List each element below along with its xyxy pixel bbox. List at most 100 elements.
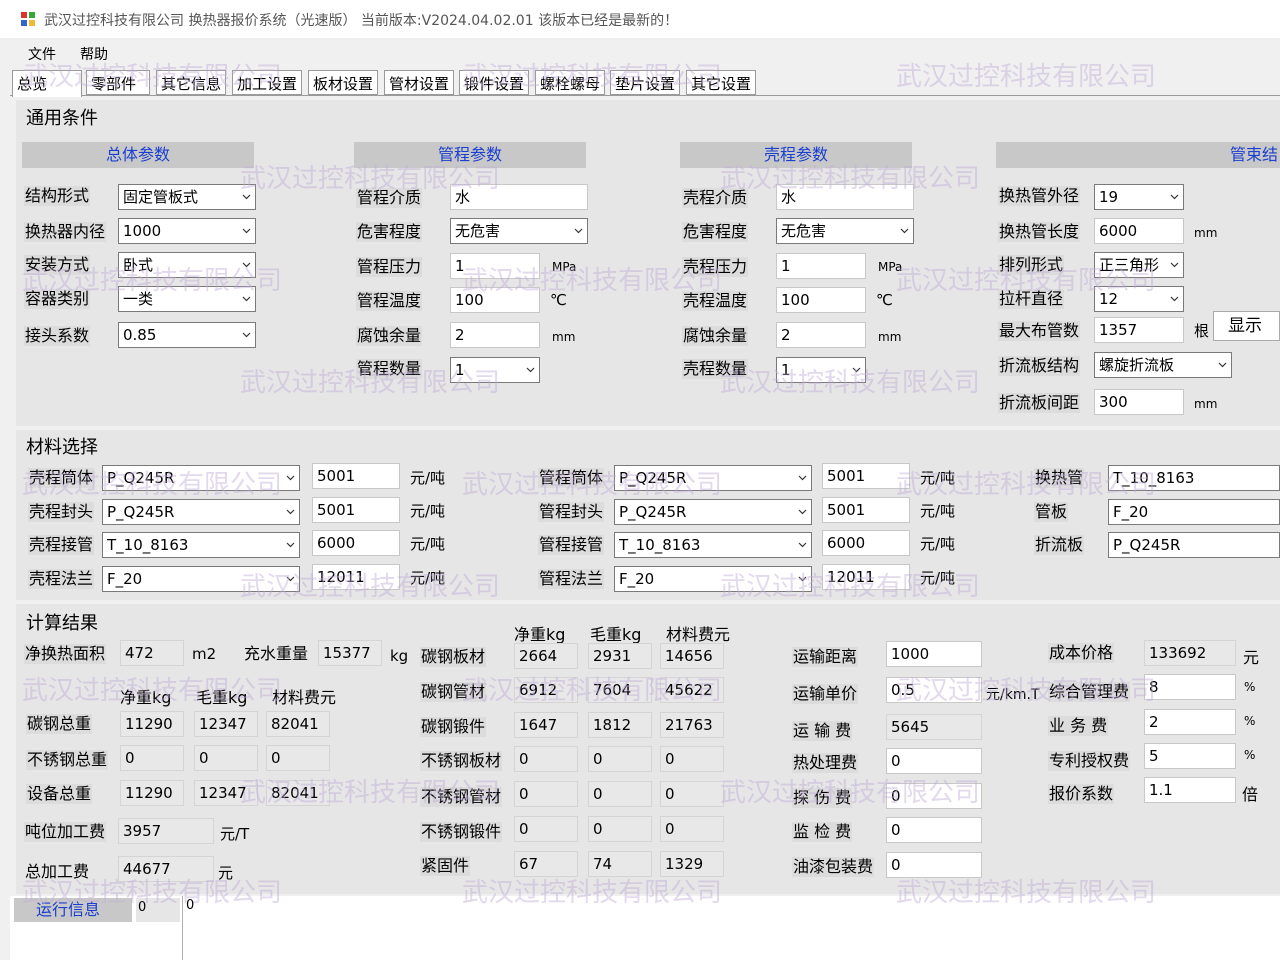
vessel-label: 容器类别 xyxy=(24,289,91,309)
mat-shell-2-label: 壳程接管 xyxy=(28,535,95,555)
shell-pressure-input[interactable]: 1 xyxy=(776,253,866,279)
mat-tube-0-price[interactable]: 5001 xyxy=(822,463,910,489)
chevron-down-icon xyxy=(242,228,251,234)
tube-length-input[interactable]: 6000 xyxy=(1094,218,1184,244)
mat-tube-0-select[interactable]: P_Q245R xyxy=(614,465,812,491)
shell-count-select[interactable]: 1 xyxy=(776,357,866,383)
joint-select[interactable]: 0.85 xyxy=(118,322,256,348)
tube-count-select[interactable]: 1 xyxy=(450,357,540,383)
mid-row-6-gross: 74 xyxy=(588,851,652,877)
mat-other-0-select[interactable]: T_10_8163 xyxy=(1108,465,1280,491)
price-row-3-input[interactable]: 5 xyxy=(1144,743,1236,769)
tube-pressure-input[interactable]: 1 xyxy=(450,253,540,279)
show-button[interactable]: 显示 xyxy=(1213,311,1280,341)
rod-select[interactable]: 12 xyxy=(1094,286,1184,312)
fee-row-6-input[interactable]: 0 xyxy=(886,852,982,878)
tab-strip-line xyxy=(10,95,1280,96)
mid-row-0-label: 碳钢板材 xyxy=(420,647,487,667)
chevron-down-icon xyxy=(286,509,295,515)
mat-other-1-select[interactable]: F_20 xyxy=(1108,499,1280,525)
mat-shell-3-select[interactable]: F_20 xyxy=(102,566,300,592)
mat-shell-0-select[interactable]: P_Q245R xyxy=(102,465,300,491)
fee-row-0-input[interactable]: 1000 xyxy=(886,641,982,667)
left-row-2-label: 设备总重 xyxy=(26,784,93,804)
price-row-1-label: 综合管理费 xyxy=(1048,682,1131,702)
mat-tube-3-price[interactable]: 12011 xyxy=(822,564,910,590)
mat-shell-3-price[interactable]: 12011 xyxy=(312,564,400,590)
mid-row-6-label: 紧固件 xyxy=(420,856,471,876)
mid-row-5-cost: 0 xyxy=(660,816,724,842)
fee-row-3-input[interactable]: 0 xyxy=(886,748,982,774)
mat-other-2-select[interactable]: P_Q245R xyxy=(1108,532,1280,558)
max-tubes-input[interactable]: 1357 xyxy=(1094,317,1184,343)
tab-other-settings[interactable]: 其它设置 xyxy=(686,70,756,95)
baffle-spacing-input[interactable]: 300 xyxy=(1094,389,1184,415)
mat-tube-1-select[interactable]: P_Q245R xyxy=(614,499,812,525)
mat-shell-3-label: 壳程法兰 xyxy=(28,569,95,589)
tube-temp-unit: ℃ xyxy=(550,291,567,309)
unit-proc-label: 吨位加工费 xyxy=(24,822,107,842)
diameter-select[interactable]: 1000 xyxy=(118,218,256,244)
baffle-select[interactable]: 螺旋折流板 xyxy=(1094,352,1232,378)
tab-bolt[interactable]: 螺栓螺母 xyxy=(535,70,605,95)
tube-corr-input[interactable]: 2 xyxy=(450,322,540,348)
arrangement-select[interactable]: 正三角形 xyxy=(1094,252,1184,278)
shell-temp-input[interactable]: 100 xyxy=(776,287,866,313)
left-col-cost: 材料费元 xyxy=(272,688,337,707)
mat-shell-2-price[interactable]: 6000 xyxy=(312,530,400,556)
total-proc-label: 总加工费 xyxy=(25,862,90,881)
tab-forging[interactable]: 锻件设置 xyxy=(459,70,529,95)
fee-row-1-label: 运输单价 xyxy=(792,684,859,704)
mat-tube-1-price[interactable]: 5001 xyxy=(822,497,910,523)
tube-medium-input[interactable]: 水 xyxy=(450,184,588,210)
mat-other-1-label: 管板 xyxy=(1034,502,1069,522)
structure-select[interactable]: 固定管板式 xyxy=(118,184,256,210)
install-select[interactable]: 卧式 xyxy=(118,252,256,278)
mat-shell-2-unit: 元/吨 xyxy=(410,535,446,553)
fee-row-2-value: 5645 xyxy=(886,714,982,740)
tube-corr-label: 腐蚀余量 xyxy=(356,326,423,346)
tab-other-info[interactable]: 其它信息 xyxy=(156,70,226,95)
run-info-log: 0 xyxy=(186,898,195,913)
tube-hazard-select[interactable]: 无危害 xyxy=(450,218,588,244)
menu-help[interactable]: 帮助 xyxy=(80,44,108,64)
mid-row-5-net: 0 xyxy=(514,816,578,842)
mat-tube-2-price[interactable]: 6000 xyxy=(822,530,910,556)
price-row-2-input[interactable]: 2 xyxy=(1144,709,1236,735)
tube-od-select[interactable]: 19 xyxy=(1094,184,1184,210)
tab-processing[interactable]: 加工设置 xyxy=(232,70,302,95)
tab-overview[interactable]: 总览 xyxy=(12,70,82,97)
mid-row-2-label: 碳钢锻件 xyxy=(420,717,487,737)
mid-row-4-net: 0 xyxy=(514,781,578,807)
mat-tube-2-select[interactable]: T_10_8163 xyxy=(614,532,812,558)
menu-file[interactable]: 文件 xyxy=(28,44,56,64)
tube-temp-input[interactable]: 100 xyxy=(450,287,540,313)
vessel-select[interactable]: 一类 xyxy=(118,286,256,312)
chevron-down-icon xyxy=(798,542,807,548)
mat-shell-0-price[interactable]: 5001 xyxy=(312,463,400,489)
price-row-1-input[interactable]: 8 xyxy=(1144,674,1236,700)
price-row-4-input[interactable]: 1.1 xyxy=(1144,777,1236,803)
mat-shell-2-select[interactable]: T_10_8163 xyxy=(102,532,300,558)
chevron-down-icon xyxy=(286,475,295,481)
mat-shell-1-select[interactable]: P_Q245R xyxy=(102,499,300,525)
shell-corr-input[interactable]: 2 xyxy=(776,322,866,348)
tab-plate[interactable]: 板材设置 xyxy=(308,70,378,95)
shell-medium-input[interactable]: 水 xyxy=(776,184,914,210)
mat-shell-1-price[interactable]: 5001 xyxy=(312,497,400,523)
tab-parts[interactable]: 零部件 xyxy=(86,70,150,95)
mat-tube-3-select[interactable]: F_20 xyxy=(614,566,812,592)
mat-tube-3-label: 管程法兰 xyxy=(538,569,605,589)
shell-hazard-select[interactable]: 无危害 xyxy=(776,218,914,244)
fee-row-4-input[interactable]: 0 xyxy=(886,783,982,809)
unit-proc-unit: 元/T xyxy=(220,825,250,843)
fee-row-1-input[interactable]: 0.5 xyxy=(886,677,982,703)
area-value: 472 xyxy=(120,640,184,666)
chevron-down-icon xyxy=(526,367,535,373)
fee-row-5-input[interactable]: 0 xyxy=(886,817,982,843)
baffle-spacing-unit: mm xyxy=(1194,397,1218,411)
tab-gasket[interactable]: 垫片设置 xyxy=(610,70,680,95)
tab-tube[interactable]: 管材设置 xyxy=(384,70,454,95)
mat-shell-0-unit: 元/吨 xyxy=(410,469,446,487)
chevron-down-icon xyxy=(852,367,861,373)
